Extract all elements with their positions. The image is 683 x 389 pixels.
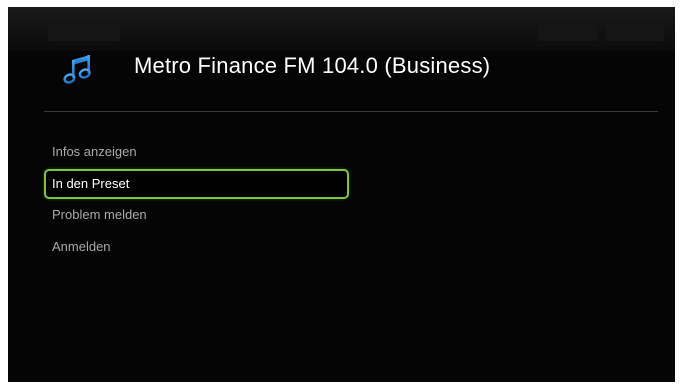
menu-item-anmelden[interactable]: Anmelden — [44, 232, 349, 262]
station-header: Metro Finance FM 104.0 (Business) — [8, 51, 675, 111]
menu-item-infos-anzeigen[interactable]: Infos anzeigen — [44, 137, 349, 167]
tv-screen: Metro Finance FM 104.0 (Business) Infos … — [8, 7, 675, 382]
faded-top-element — [48, 19, 120, 41]
faded-top-element — [606, 19, 664, 41]
header-divider — [44, 111, 658, 112]
menu-item-problem-melden[interactable]: Problem melden — [44, 200, 349, 230]
context-menu: Infos anzeigen In den Preset Problem mel… — [44, 137, 349, 263]
menu-item-in-den-preset[interactable]: In den Preset — [44, 168, 349, 199]
music-note-icon — [63, 55, 91, 84]
top-bar — [8, 7, 675, 51]
faded-top-element — [538, 19, 598, 41]
station-title: Metro Finance FM 104.0 (Business) — [134, 53, 491, 78]
